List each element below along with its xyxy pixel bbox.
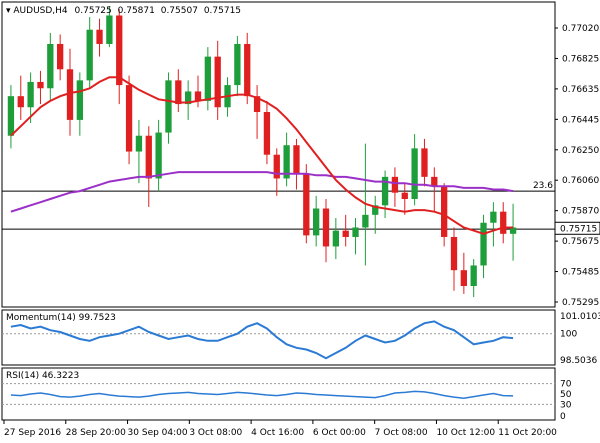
price-tick-label: 0.75485 (562, 268, 599, 278)
candle-body (57, 43, 64, 70)
candle-body (145, 135, 152, 179)
price-tick-label: 0.76825 (562, 54, 599, 64)
time-tick-label: 4 Oct 16:00 (251, 428, 304, 438)
rsi-tick-label: 70 (560, 380, 572, 390)
header-open: 0.75725 (75, 6, 112, 16)
candle-body (204, 56, 211, 101)
price-tick-label: 0.77020 (562, 24, 599, 34)
candle-body (313, 208, 320, 236)
candle-body (7, 96, 15, 136)
header-symbol-arrow: ▾ (6, 6, 13, 16)
price-tick-label: 0.75870 (562, 207, 599, 217)
rsi-tick-label: 0 (560, 412, 566, 422)
rsi-tick-label: 30 (560, 400, 572, 410)
candle-body (480, 222, 487, 266)
price-tick-label: 0.76635 (562, 85, 599, 95)
candle-body (441, 186, 448, 237)
candle-body (322, 208, 330, 247)
candle-body (175, 80, 182, 105)
candle-body (460, 270, 467, 287)
time-tick-label: 10 Oct 12:00 (436, 428, 495, 438)
momentum-title: Momentum(14) 99.7523 (6, 313, 116, 323)
candle-body (362, 214, 369, 228)
header-high: 0.75871 (118, 6, 155, 16)
price-tick-label: 0.76250 (562, 146, 599, 156)
price-tick-label: 0.75675 (562, 237, 599, 247)
candle-body (76, 80, 83, 120)
rsi-tick-label: 50 (560, 390, 572, 400)
fibonacci-level-label: 23.6 (533, 181, 553, 191)
candle-body (500, 211, 507, 234)
momentum-tick-label: 98.5036 (560, 356, 597, 366)
time-tick-label: 28 Sep 20:00 (66, 428, 126, 438)
candle-body (431, 176, 438, 187)
candle-body (96, 29, 103, 44)
time-tick-label: 30 Sep 04:00 (128, 428, 188, 438)
price-axis: 0.77020 0.76825 0.76635 0.76445 0.76250 0.760… (555, 24, 599, 308)
price-tick-label: 0.76445 (562, 115, 599, 125)
candle-body (116, 15, 123, 86)
candle-body (135, 135, 143, 152)
candle-body (155, 132, 162, 179)
candle-body (165, 80, 172, 133)
candle-body (106, 15, 113, 44)
forex-chart: 23.6 ▾ AUDUSD,H4 0.75725 0.75871 0.75507… (1, 1, 600, 438)
time-tick-label: 6 Oct 00:00 (313, 428, 366, 438)
rsi-pane-frame (1, 367, 556, 421)
candle-body (303, 173, 310, 236)
time-tick-label: 7 Oct 08:00 (375, 428, 428, 438)
candle-body (450, 236, 458, 271)
candle-body (293, 145, 300, 174)
header-symbol: AUDUSD,H4 (13, 6, 68, 16)
price-tick-label: 0.76060 (562, 176, 599, 186)
candle-body (470, 265, 477, 287)
candle-body (214, 56, 221, 108)
candle-body (86, 29, 93, 81)
candle-body (411, 148, 418, 200)
current-price-label: 0.75715 (560, 224, 597, 234)
candle-body (342, 230, 349, 237)
candle-body (125, 85, 133, 152)
time-tick-label: 11 Oct 20:00 (498, 428, 557, 438)
header-close: 0.75715 (204, 6, 241, 16)
header-low: 0.75507 (161, 6, 198, 16)
candle-body (490, 211, 497, 223)
price-pane-frame (1, 1, 556, 308)
candle-body (47, 43, 54, 89)
symbol-header: ▾ AUDUSD,H4 0.75725 0.75871 0.75507 0.75… (6, 6, 241, 16)
candle-body (17, 96, 24, 108)
candle-body (263, 111, 271, 155)
candle-body (421, 148, 428, 177)
momentum-tick-label: 100 (560, 330, 577, 340)
momentum-tick-label: 101.0103 (560, 312, 600, 322)
candle-body (244, 43, 251, 97)
time-tick-label: 3 Oct 08:00 (189, 428, 242, 438)
candle-body (37, 81, 44, 89)
candle-body (391, 176, 399, 193)
candle-body (194, 91, 202, 101)
candle-body (234, 43, 241, 86)
candle-body (401, 192, 408, 200)
time-tick-label: 27 Sep 2016 (4, 428, 61, 438)
price-tick-label: 0.75295 (562, 298, 599, 308)
candle-body (273, 154, 280, 179)
candle-body (27, 81, 34, 108)
time-axis: 27 Sep 2016 28 Sep 20:00 30 Sep 04:00 3 Oct… (3, 420, 557, 438)
candle-body (352, 227, 359, 237)
rsi-title: RSI(14) 46.3223 (6, 371, 79, 381)
candle-body (332, 230, 339, 247)
